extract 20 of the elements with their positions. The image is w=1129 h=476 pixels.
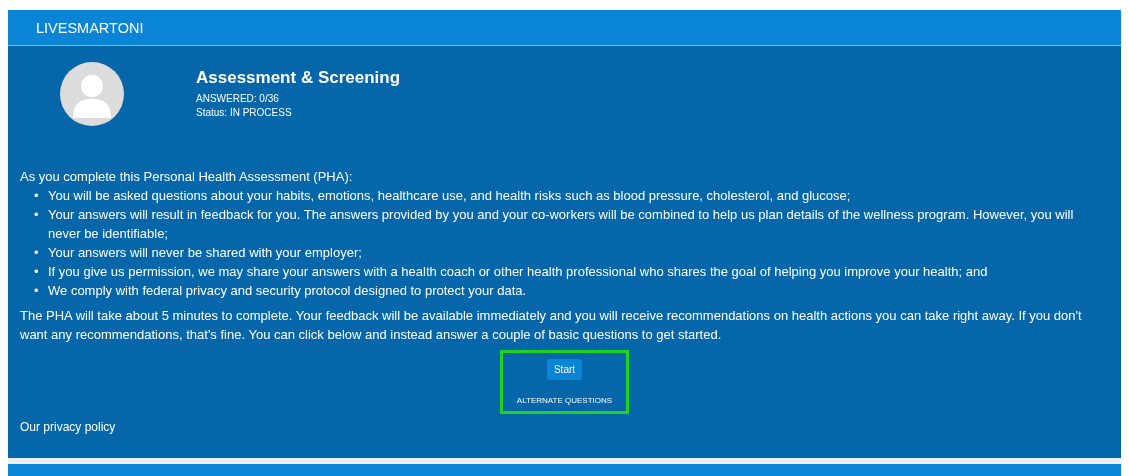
- bullet-text: We comply with federal privacy and security protocol designed to protect your data.: [48, 282, 527, 300]
- bullet-marker: •: [34, 282, 40, 300]
- start-button[interactable]: Start: [546, 359, 583, 380]
- privacy-policy-link[interactable]: Our privacy policy: [20, 420, 116, 434]
- note-text: The PHA will take about 5 minutes to complete. Your feedback will be available immediately and you will receive recommendations on health actions you can take right away. If you don't want any recommendations, that's fine. You can click below and instead answer a couple of basic questions to get started.: [20, 307, 1083, 344]
- status-text: Status: IN PROCESS: [196, 106, 293, 120]
- bullet-text: If you give us permission, we may share your answers with a health coach or other health professional who shares the goal of helping you improve your health; and: [48, 263, 988, 281]
- bullet-marker: •: [34, 206, 40, 224]
- assessment-title: Assessment & Screening: [196, 68, 401, 88]
- intro-text: As you complete this Personal Health Assessment (PHA):: [20, 168, 354, 186]
- answered-count: ANSWERED: 0/36: [196, 92, 280, 106]
- bullet-text: You will be asked questions about your habits, emotions, healthcare use, and health risks such as blood pressure, cholesterol, and glucose;: [48, 187, 851, 205]
- bullet-text: Your answers will never be shared with your employer;: [48, 244, 362, 262]
- bullet-marker: •: [34, 244, 40, 262]
- bullet-text: Your answers will result in feedback for you. The answers provided by you and your co-workers will be combined to help us plan details of the wellness program. However, you will never be identifiable;: [48, 206, 1075, 243]
- avatar-icon: [60, 62, 124, 126]
- bullet-marker: •: [34, 263, 40, 281]
- bullet-marker: •: [34, 187, 40, 205]
- alternate-questions-link[interactable]: ALTERNATE QUESTIONS: [516, 396, 613, 405]
- brand-name[interactable]: LIVESMARTONI: [36, 19, 144, 36]
